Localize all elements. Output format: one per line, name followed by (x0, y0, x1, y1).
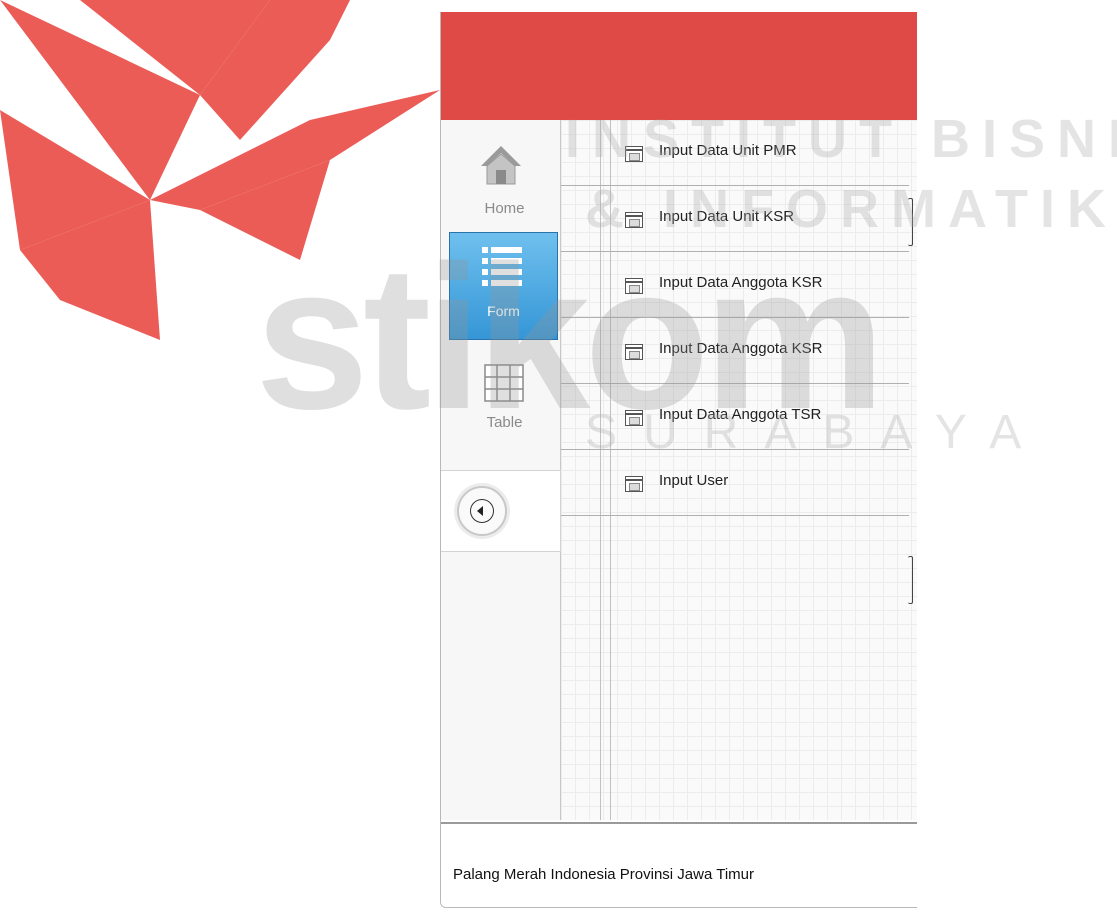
list-item-label: Input Data Anggota KSR (659, 274, 823, 291)
footer: Palang Merah Indonesia Provinsi Jawa Tim… (441, 822, 917, 907)
watermark-logo (0, 0, 440, 340)
header-bar (441, 12, 917, 120)
collapse-sidebar-button[interactable] (441, 470, 561, 552)
list-item-input-data-anggota-ksr[interactable]: Input Data Anggota KSR (561, 252, 909, 318)
form-icon (625, 212, 643, 228)
form-icon (625, 146, 643, 162)
scrollbar-handle[interactable] (908, 556, 913, 604)
sidebar-item-label: Table (486, 414, 523, 431)
sidebar: Home Form Table (441, 120, 561, 820)
list-item-label: Input Data Anggota KSR (659, 340, 823, 357)
list-item-input-data-anggota-tsr[interactable]: Input Data Anggota TSR (561, 384, 909, 450)
form-list: Input Data Unit PMR Input Data Unit KSR … (561, 120, 917, 820)
list-item-input-data-unit-pmr[interactable]: Input Data Unit PMR (561, 120, 909, 186)
table-icon (484, 364, 524, 402)
list-item-input-data-anggota-ksr-2[interactable]: Input Data Anggota KSR (561, 318, 909, 384)
back-arrow-icon (457, 486, 507, 536)
form-icon (625, 476, 643, 492)
list-item-label: Input Data Unit PMR (659, 142, 797, 159)
home-icon (481, 146, 521, 185)
sidebar-item-table[interactable]: Table (449, 352, 560, 460)
list-item-label: Input Data Anggota TSR (659, 406, 822, 423)
list-item-input-data-unit-ksr[interactable]: Input Data Unit KSR (561, 186, 909, 252)
scrollbar-handle[interactable] (908, 198, 913, 246)
list-item-input-user[interactable]: Input User (561, 450, 909, 516)
app-window: Home Form Table Input Data Unit PMR Inpu… (440, 12, 917, 908)
footer-text: Palang Merah Indonesia Provinsi Jawa Tim… (453, 866, 754, 883)
sidebar-item-home[interactable]: Home (449, 130, 560, 238)
form-icon (625, 344, 643, 360)
form-icon (625, 278, 643, 294)
sidebar-item-label: Home (484, 200, 525, 217)
list-icon (482, 247, 522, 286)
sidebar-item-label: Form (487, 303, 520, 319)
sidebar-item-form[interactable]: Form (449, 232, 558, 340)
list-item-label: Input User (659, 472, 729, 489)
form-icon (625, 410, 643, 426)
list-item-label: Input Data Unit KSR (659, 208, 795, 225)
